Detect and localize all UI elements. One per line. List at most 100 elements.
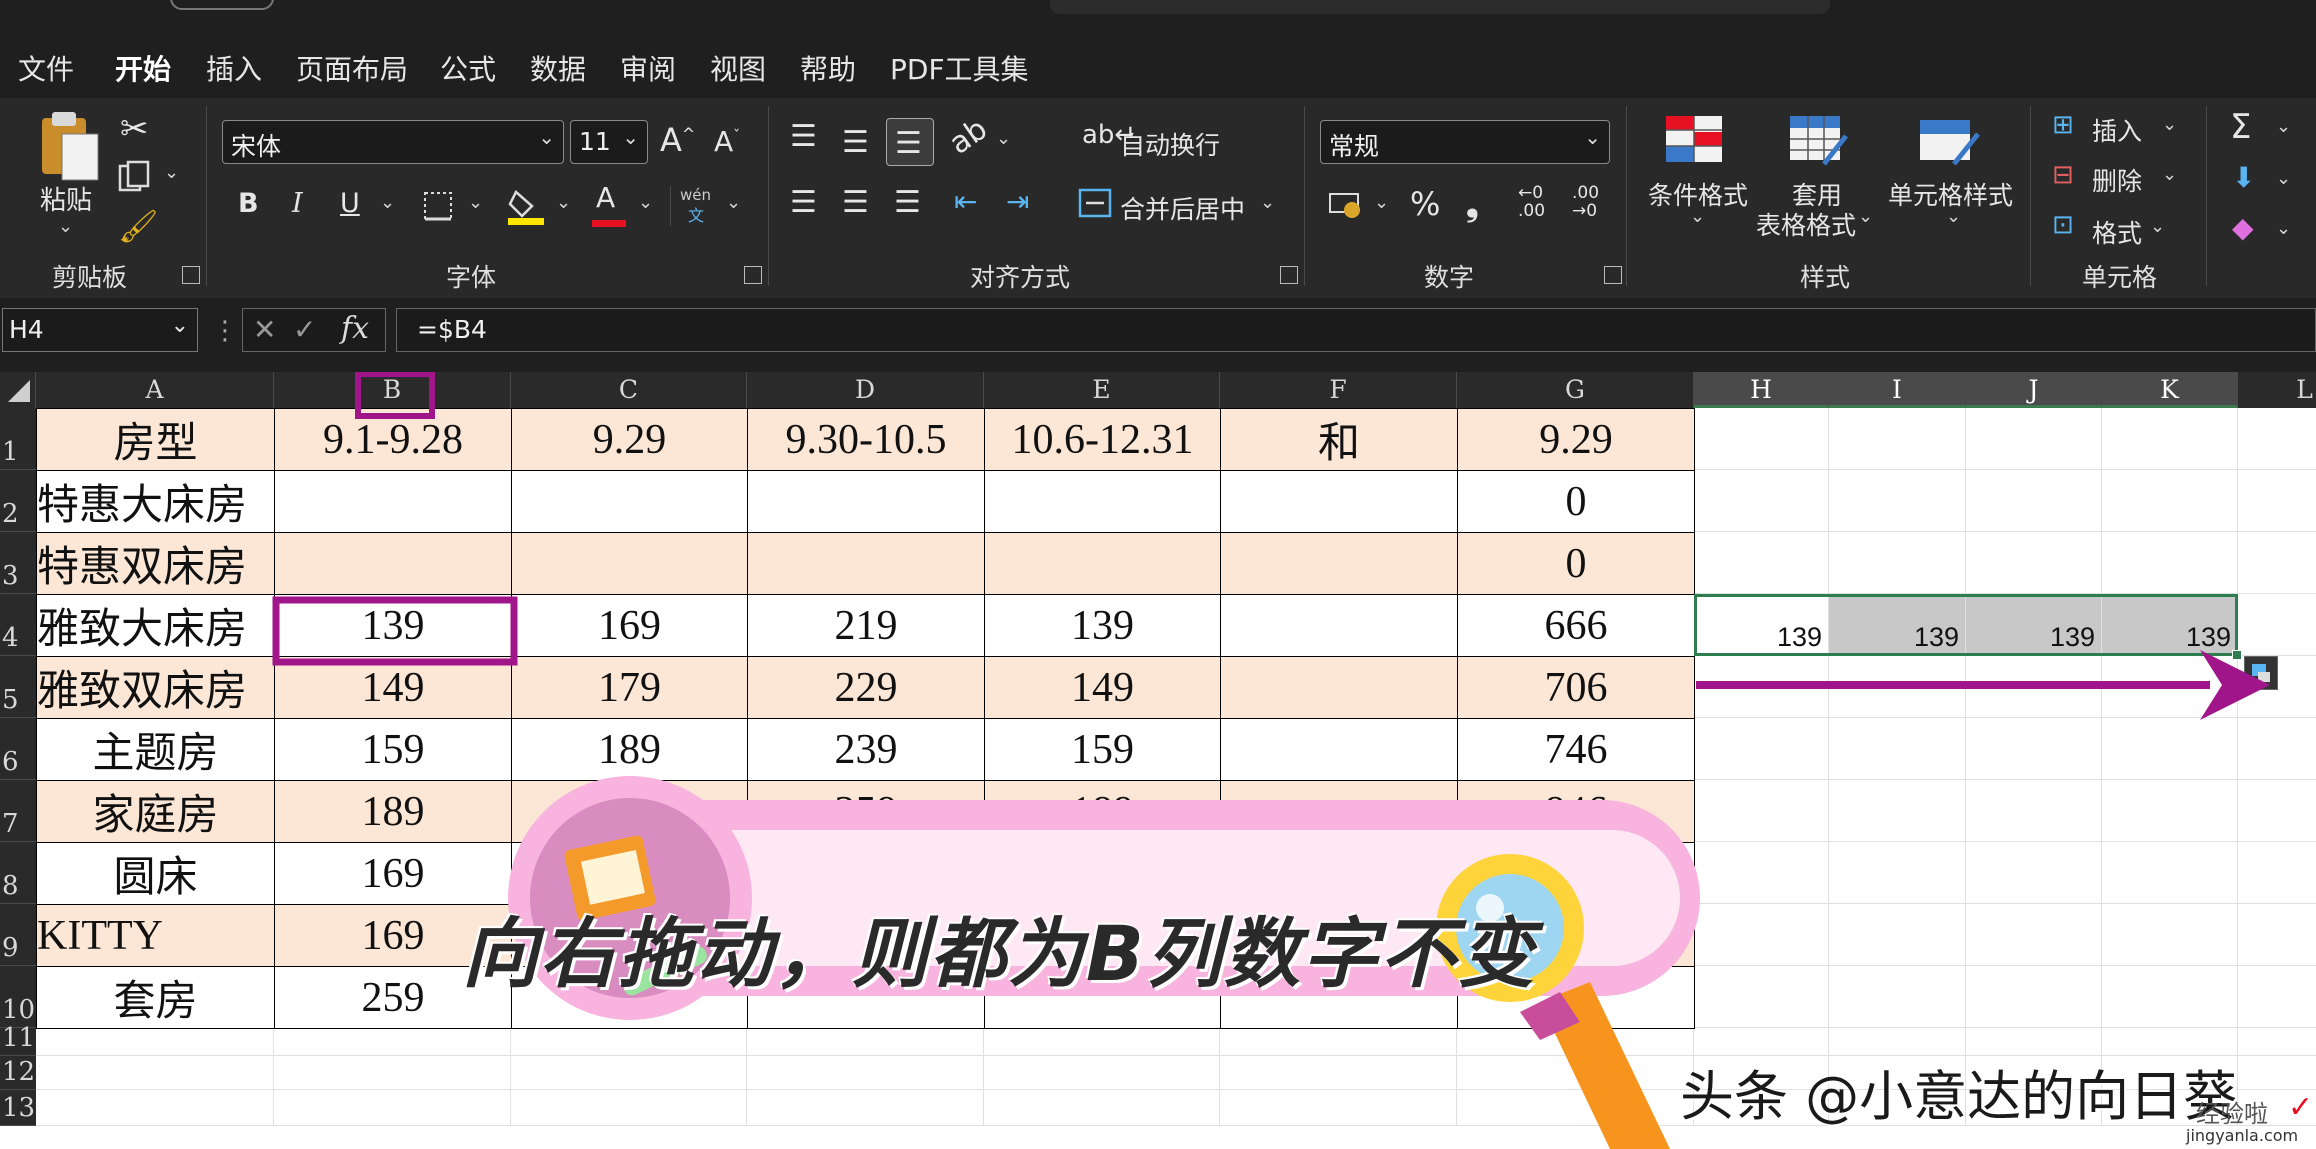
insert-dropdown-icon[interactable]: ⌄ [2162, 114, 2177, 135]
font-launcher-icon[interactable] [744, 266, 762, 284]
autosum-dropdown-icon[interactable]: ⌄ [2276, 116, 2291, 137]
align-left-icon[interactable]: ☰ [790, 188, 817, 218]
borders-dropdown-icon[interactable]: ⌄ [468, 192, 483, 213]
currency-dropdown-icon[interactable]: ⌄ [1374, 192, 1389, 213]
name-box[interactable]: H4 ⌄ [2, 308, 198, 352]
increase-decimal-icon[interactable]: ←0.00 [1518, 184, 1545, 220]
font-color-dropdown-icon[interactable]: ⌄ [638, 192, 653, 213]
ribbon: 粘贴 ⌄ ✂ ⌄ 🖌 剪贴板 宋体 ⌄ 11 ⌄ A^ Aˇ B I U ⌄ ⌄ ⌄… [0, 98, 2316, 298]
cut-icon[interactable]: ✂ [120, 112, 149, 146]
insert-cells-icon[interactable]: ⊞ [2052, 112, 2074, 138]
paste-icon[interactable] [38, 110, 102, 184]
clipboard-launcher-icon[interactable] [182, 266, 200, 284]
orientation-icon[interactable]: ab [943, 112, 994, 162]
format-as-table-line2[interactable]: 表格格式 [1756, 206, 1856, 242]
font-color-icon[interactable]: A [596, 184, 615, 212]
bold-button[interactable]: B [238, 190, 259, 217]
alignment-launcher-icon[interactable] [1280, 266, 1298, 284]
menu-tab[interactable]: 开始 [115, 48, 171, 88]
font-name-select[interactable]: 宋体 ⌄ [222, 120, 564, 164]
align-top-icon[interactable]: ☰ [790, 122, 817, 152]
align-center-icon[interactable]: ☰ [842, 188, 869, 218]
format-cells-button[interactable]: 格式 [2092, 214, 2142, 250]
number-format-select[interactable]: 常规 ⌄ [1320, 120, 1610, 164]
menu-tab[interactable]: 视图 [710, 48, 766, 88]
currency-icon[interactable] [1328, 190, 1364, 220]
fill-icon[interactable]: ⬇ [2232, 164, 2255, 192]
number-group-label: 数字 [1424, 263, 1475, 292]
menu-tab[interactable]: 数据 [530, 48, 586, 88]
chevron-down-icon: ⌄ [538, 125, 555, 149]
shrink-font-icon[interactable]: Aˇ [714, 128, 740, 156]
align-bottom-button[interactable]: ☰ [886, 118, 934, 166]
cell-styles-dropdown-icon[interactable]: ⌄ [1946, 206, 1961, 227]
menu-tab[interactable]: 公式 [440, 48, 496, 88]
autosave-toggle[interactable] [170, 0, 274, 10]
paste-dropdown-icon[interactable]: ⌄ [58, 216, 73, 237]
conditional-dropdown-icon[interactable]: ⌄ [1690, 206, 1705, 227]
underline-dropdown-icon[interactable]: ⌄ [380, 192, 395, 213]
delete-dropdown-icon[interactable]: ⌄ [2162, 164, 2177, 185]
italic-button[interactable]: I [292, 190, 303, 217]
decrease-decimal-icon[interactable]: .00 →0 [1572, 184, 1599, 220]
align-bottom-icon: ☰ [895, 126, 922, 161]
insert-cells-button[interactable]: 插入 [2092, 112, 2142, 148]
font-name-value: 宋体 [231, 132, 282, 161]
menu-tab[interactable]: 审阅 [620, 48, 676, 88]
fill-dropdown-icon[interactable]: ⌄ [2276, 168, 2291, 189]
format-dropdown-icon[interactable]: ⌄ [2150, 216, 2165, 237]
borders-icon[interactable] [422, 190, 454, 222]
cancel-icon[interactable]: ✕ [253, 313, 276, 346]
copy-dropdown-icon[interactable]: ⌄ [164, 162, 179, 183]
decrease-indent-icon[interactable]: ⇤ [954, 188, 977, 216]
menu-tab[interactable]: 插入 [206, 48, 262, 88]
delete-cells-button[interactable]: 删除 [2092, 162, 2142, 198]
copy-icon[interactable] [118, 160, 152, 194]
more-options-icon[interactable]: ⋮ [212, 316, 238, 346]
cell-styles-icon[interactable] [1918, 114, 1982, 168]
site-mark: 经验啦 [2196, 1100, 2268, 1128]
format-cells-icon[interactable]: ⊡ [2052, 212, 2074, 238]
menu-tab[interactable]: 文件 [18, 48, 74, 88]
menu-tab[interactable]: PDF工具集 [890, 48, 1029, 88]
paste-label[interactable]: 粘贴 [40, 180, 92, 217]
fill-color-icon[interactable] [508, 186, 544, 226]
merge-dropdown-icon[interactable]: ⌄ [1260, 192, 1275, 213]
format-as-table-icon[interactable] [1788, 114, 1848, 168]
formula-input[interactable]: =$B4 [396, 308, 2316, 352]
name-box-value: H4 [9, 315, 44, 344]
phonetic-dropdown-icon[interactable]: ⌄ [726, 192, 741, 213]
format-painter-icon[interactable]: 🖌 [118, 210, 159, 242]
separator [206, 106, 207, 286]
separator [1304, 106, 1305, 286]
merge-center-button[interactable]: 合并后居中 [1120, 190, 1245, 226]
phonetic-icon-bottom[interactable]: 文 [688, 202, 704, 226]
grow-font-icon[interactable]: A^ [660, 124, 695, 156]
font-group-label: 字体 [446, 263, 497, 292]
underline-button[interactable]: U [340, 190, 360, 217]
comma-button[interactable]: ❟ [1466, 188, 1479, 220]
conditional-format-icon[interactable] [1664, 114, 1724, 164]
menu-tab[interactable]: 页面布局 [296, 48, 408, 88]
clear-icon[interactable]: ◆ [2232, 214, 2254, 242]
title-strip [0, 0, 2316, 18]
menu-tab[interactable]: 帮助 [800, 48, 856, 88]
align-middle-icon[interactable]: ☰ [842, 128, 869, 158]
chevron-down-icon: ⌄ [622, 125, 639, 149]
delete-cells-icon[interactable]: ⊟ [2052, 162, 2074, 188]
search-box[interactable] [1050, 0, 1830, 14]
autosum-icon[interactable]: Σ [2230, 110, 2251, 144]
insert-function-icon[interactable]: fx [341, 311, 369, 346]
align-right-icon[interactable]: ☰ [894, 188, 921, 218]
increase-indent-icon[interactable]: ⇥ [1006, 188, 1029, 216]
percent-button[interactable]: % [1410, 188, 1440, 220]
orientation-dropdown-icon[interactable]: ⌄ [996, 128, 1011, 149]
number-launcher-icon[interactable] [1604, 266, 1622, 284]
fill-color-dropdown-icon[interactable]: ⌄ [556, 192, 571, 213]
enter-icon[interactable]: ✓ [293, 313, 316, 346]
font-size-select[interactable]: 11 ⌄ [570, 120, 648, 164]
merge-center-icon[interactable] [1078, 186, 1112, 220]
wrap-text-button[interactable]: 自动换行 [1120, 126, 1220, 162]
format-table-dropdown-icon[interactable]: ⌄ [1858, 206, 1873, 227]
clear-dropdown-icon[interactable]: ⌄ [2276, 218, 2291, 239]
